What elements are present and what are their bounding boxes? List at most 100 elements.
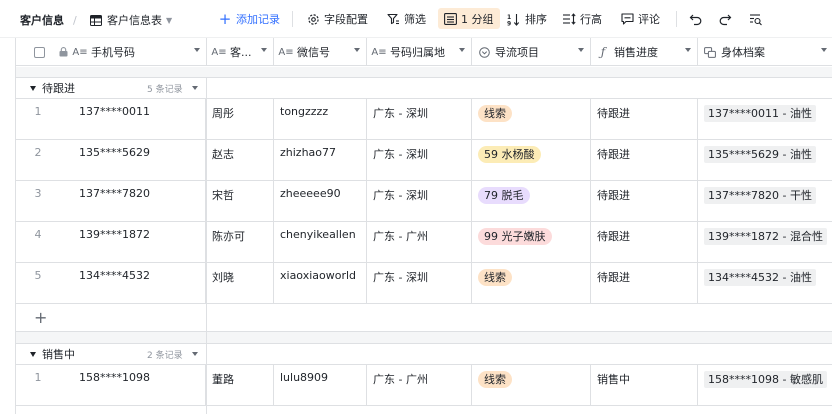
table-row[interactable]: 3 137****7820 宋哲 zheeeee90 广东 - 深圳 79 脱毛 待跟进 13… xyxy=(16,181,832,222)
row-height-button[interactable]: 行高 xyxy=(562,8,602,30)
phone-cell[interactable]: 134****4532 xyxy=(73,263,206,304)
wechat-cell[interactable]: xiaoxiaoworld xyxy=(274,263,367,304)
project-cell[interactable]: 59 水杨酸 xyxy=(472,140,591,181)
sales-stage-cell[interactable]: 销售中 xyxy=(591,365,698,406)
link-record-icon xyxy=(704,46,716,58)
project-cell[interactable]: 99 光子嫩肤 xyxy=(472,222,591,263)
sales-stage-cell[interactable]: 待跟进 xyxy=(591,222,698,263)
group-spacer xyxy=(16,67,832,77)
customer-name-cell[interactable]: 宋哲 xyxy=(206,181,274,222)
table-row[interactable]: 1 158****1098 董路 lulu8909 广东 - 广州 线索 销售中 158***… xyxy=(16,365,832,406)
column-header-project[interactable]: 导流项目 xyxy=(472,38,591,66)
chevron-down-icon[interactable] xyxy=(261,48,267,52)
group-icon xyxy=(443,12,457,26)
breadcrumb-root[interactable]: 客户信息 xyxy=(20,9,64,31)
location-cell[interactable]: 广东 - 深圳 xyxy=(367,263,472,304)
select-all-checkbox[interactable] xyxy=(34,46,45,58)
column-header-profile[interactable]: 身体档案 xyxy=(698,38,832,66)
sales-stage-cell[interactable]: 待跟进 xyxy=(591,140,698,181)
column-label: 微信号 xyxy=(297,46,330,59)
profile-cell[interactable]: 158****1098 - 敏感肌 xyxy=(698,365,832,406)
table-selector[interactable]: 客户信息表 ▼ xyxy=(89,9,172,31)
wechat-value: lulu8909 xyxy=(280,371,329,384)
wechat-cell[interactable]: tongzzzz xyxy=(274,99,367,140)
location-cell[interactable]: 广东 - 广州 xyxy=(367,222,472,263)
comment-label: 评论 xyxy=(638,13,660,26)
sort-button[interactable]: 19 排序 xyxy=(507,8,547,30)
profile-cell[interactable]: 137****0011 - 油性 xyxy=(698,99,832,140)
location-cell[interactable]: 广东 - 深圳 xyxy=(367,99,472,140)
group-button[interactable]: 1 分组 xyxy=(438,8,500,29)
chevron-down-icon[interactable] xyxy=(685,48,691,52)
filter-button[interactable]: 筛选 xyxy=(386,8,426,30)
table-row[interactable]: 5 134****4532 刘晓 xiaoxiaoworld 广东 - 深圳 线索 待跟进 1… xyxy=(16,263,832,304)
customer-name-cell[interactable]: 董路 xyxy=(206,365,274,406)
customer-name-cell[interactable]: 刘晓 xyxy=(206,263,274,304)
project-cell[interactable]: 线索 xyxy=(472,263,591,304)
collapse-triangle-icon[interactable] xyxy=(30,351,36,357)
chevron-down-icon[interactable] xyxy=(459,48,465,52)
phone-cell[interactable]: 139****1872 xyxy=(73,222,206,263)
comment-button[interactable]: 评论 xyxy=(620,8,660,30)
collapse-triangle-icon[interactable] xyxy=(30,85,36,91)
location-cell[interactable]: 广东 - 深圳 xyxy=(367,140,472,181)
find-button[interactable] xyxy=(749,8,767,30)
project-cell[interactable]: 线索 xyxy=(472,99,591,140)
column-header-stage[interactable]: ƒ 销售进度 xyxy=(591,38,698,66)
profile-cell[interactable]: 139****1872 - 混合性 xyxy=(698,222,832,263)
linked-record-chip: 137****0011 - 油性 xyxy=(704,105,816,122)
group-header[interactable]: 待跟进 5 条记录 xyxy=(16,77,832,99)
chevron-down-icon[interactable] xyxy=(578,48,584,52)
add-row-button[interactable]: + xyxy=(16,304,832,332)
undo-button[interactable] xyxy=(689,8,707,30)
group-header[interactable]: 销售中 2 条记录 xyxy=(16,343,832,365)
text-field-icon: A≡ xyxy=(72,46,88,58)
wechat-cell[interactable]: chenyikeallen xyxy=(274,222,367,263)
location-cell[interactable]: 广东 - 深圳 xyxy=(367,181,472,222)
wechat-cell[interactable]: zheeeee90 xyxy=(274,181,367,222)
profile-cell[interactable]: 137****7820 - 干性 xyxy=(698,181,832,222)
chevron-down-icon[interactable] xyxy=(192,352,198,356)
chevron-down-icon[interactable] xyxy=(194,48,200,52)
customer-name-cell[interactable]: 赵志 xyxy=(206,140,274,181)
customer-name-cell[interactable]: 周彤 xyxy=(206,99,274,140)
column-header-phone[interactable]: A≡ 手机号码 xyxy=(16,38,207,66)
chevron-down-icon[interactable] xyxy=(192,86,198,90)
wechat-cell[interactable]: lulu8909 xyxy=(274,365,367,406)
row-height-label: 行高 xyxy=(580,13,602,26)
column-header-location[interactable]: A≡ 号码归属地 xyxy=(367,38,472,66)
project-cell[interactable]: 线索 xyxy=(472,365,591,406)
phone-cell[interactable]: 137****0011 xyxy=(73,99,206,140)
table-row[interactable]: 4 139****1872 陈亦可 chenyikeallen 广东 - 广州 99 光子… xyxy=(16,222,832,263)
profile-cell[interactable]: 135****5629 - 油性 xyxy=(698,140,832,181)
toolbar-divider xyxy=(676,11,677,27)
sales-stage-value: 销售中 xyxy=(597,373,630,386)
chevron-down-icon[interactable] xyxy=(354,48,360,52)
redo-button[interactable] xyxy=(718,8,736,30)
sales-stage-cell[interactable]: 待跟进 xyxy=(591,181,698,222)
column-header-wechat[interactable]: A≡ 微信号 xyxy=(274,38,367,66)
location-value: 广东 - 广州 xyxy=(373,373,428,386)
table-row[interactable]: 2 135****5629 赵志 zhizhao77 广东 - 深圳 59 水杨酸 待跟进 1… xyxy=(16,140,832,181)
column-header-name[interactable]: A≡ 客... xyxy=(207,38,274,66)
customer-name-cell[interactable]: 陈亦可 xyxy=(206,222,274,263)
field-config-button[interactable]: 字段配置 xyxy=(306,8,368,30)
table-row[interactable]: 1 137****0011 周彤 tongzzzz 广东 - 深圳 线索 待跟进 137***… xyxy=(16,99,832,140)
phone-value: 158****1098 xyxy=(79,371,150,384)
chevron-down-icon[interactable] xyxy=(821,48,827,52)
profile-cell[interactable]: 134****4532 - 油性 xyxy=(698,263,832,304)
customer-name-value: 刘晓 xyxy=(212,271,234,284)
sales-stage-cell[interactable]: 待跟进 xyxy=(591,99,698,140)
phone-value: 134****4532 xyxy=(79,269,150,282)
formula-icon: ƒ xyxy=(600,45,606,59)
phone-cell[interactable]: 135****5629 xyxy=(73,140,206,181)
wechat-cell[interactable]: zhizhao77 xyxy=(274,140,367,181)
project-tag: 线索 xyxy=(478,371,512,388)
sales-stage-cell[interactable]: 待跟进 xyxy=(591,263,698,304)
project-cell[interactable]: 79 脱毛 xyxy=(472,181,591,222)
add-record-button[interactable]: + 添加记录 xyxy=(218,8,280,30)
location-cell[interactable]: 广东 - 广州 xyxy=(367,365,472,406)
phone-cell[interactable]: 158****1098 xyxy=(73,365,206,406)
phone-cell[interactable]: 137****7820 xyxy=(73,181,206,222)
breadcrumb-separator: / xyxy=(73,13,77,27)
